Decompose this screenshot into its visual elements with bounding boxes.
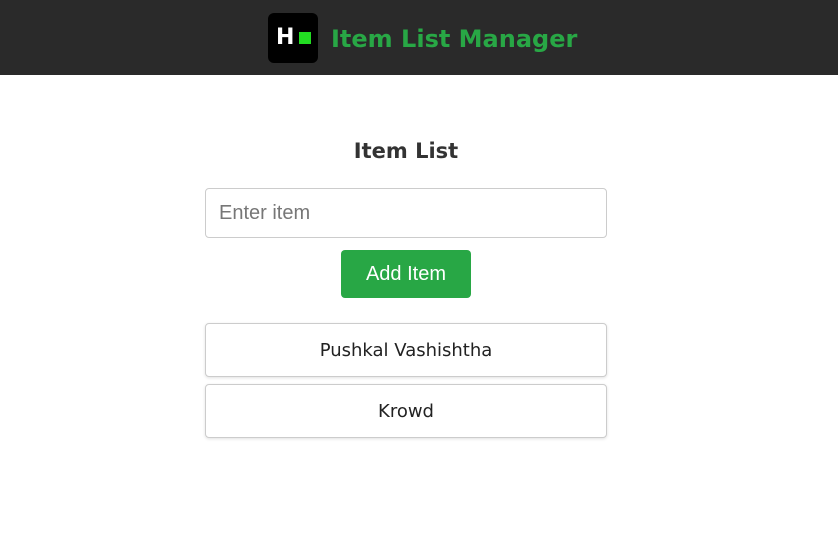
add-item-button[interactable]: Add Item — [341, 250, 471, 298]
list-item[interactable]: Pushkal Vashishtha — [205, 323, 607, 377]
list-item[interactable]: Krowd — [205, 384, 607, 438]
item-list: Pushkal Vashishtha Krowd — [205, 323, 607, 445]
logo-letter: H — [276, 25, 295, 50]
logo-square-icon — [299, 32, 311, 44]
page-heading: Item List — [353, 139, 459, 163]
logo-icon: H — [268, 13, 318, 63]
item-input[interactable] — [205, 188, 607, 238]
app-title: Item List Manager — [331, 25, 578, 53]
top-bar: H Item List Manager — [0, 0, 838, 75]
